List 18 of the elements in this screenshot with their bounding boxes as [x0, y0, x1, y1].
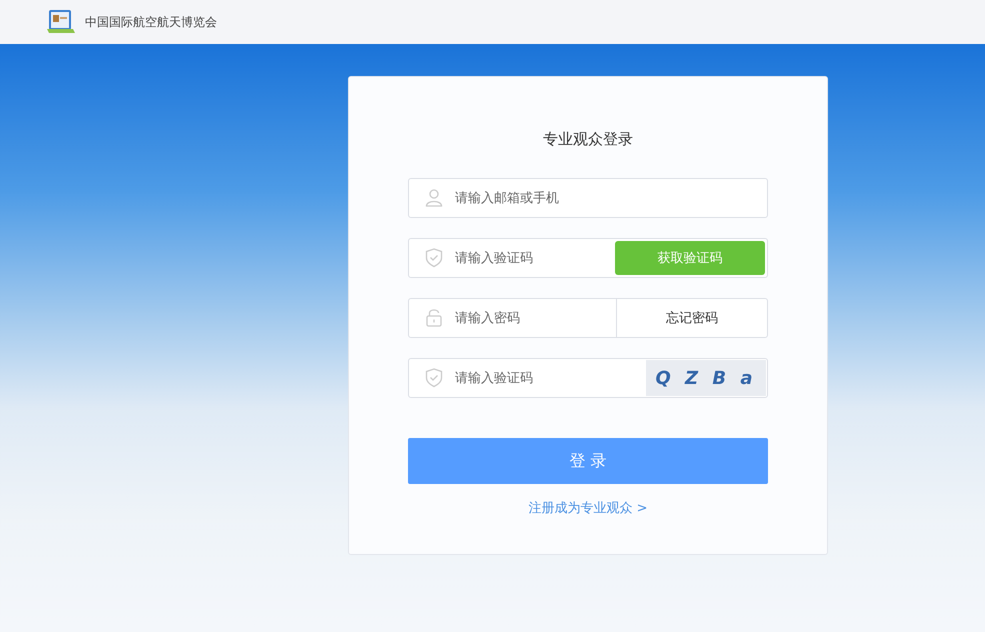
captcha-image[interactable]: Q Z B a: [646, 360, 766, 396]
input-field[interactable]: 请输入密码 忘记密码: [408, 298, 768, 338]
text-input[interactable]: 请输入邮箱或手机: [453, 190, 767, 206]
site-title: 中国国际航空航天博览会: [85, 14, 217, 30]
shield-icon: [425, 368, 443, 388]
text-input[interactable]: 请输入密码: [453, 310, 616, 326]
login-button[interactable]: 登 录: [408, 438, 768, 484]
user-icon: [425, 188, 443, 208]
login-title: 专业观众登录: [543, 129, 633, 149]
text-input[interactable]: 请输入验证码: [453, 370, 646, 386]
register-link[interactable]: 注册成为专业观众 >: [528, 499, 648, 517]
logo-icon: [46, 9, 76, 35]
input-field[interactable]: 请输入验证码 Q Z B a: [408, 358, 768, 398]
lock-icon: [425, 308, 443, 328]
forgot-password-link[interactable]: 忘记密码: [616, 299, 767, 337]
shield-icon: [425, 248, 443, 268]
input-field[interactable]: 请输入邮箱或手机: [408, 178, 768, 218]
text-input[interactable]: 请输入验证码: [453, 250, 615, 266]
